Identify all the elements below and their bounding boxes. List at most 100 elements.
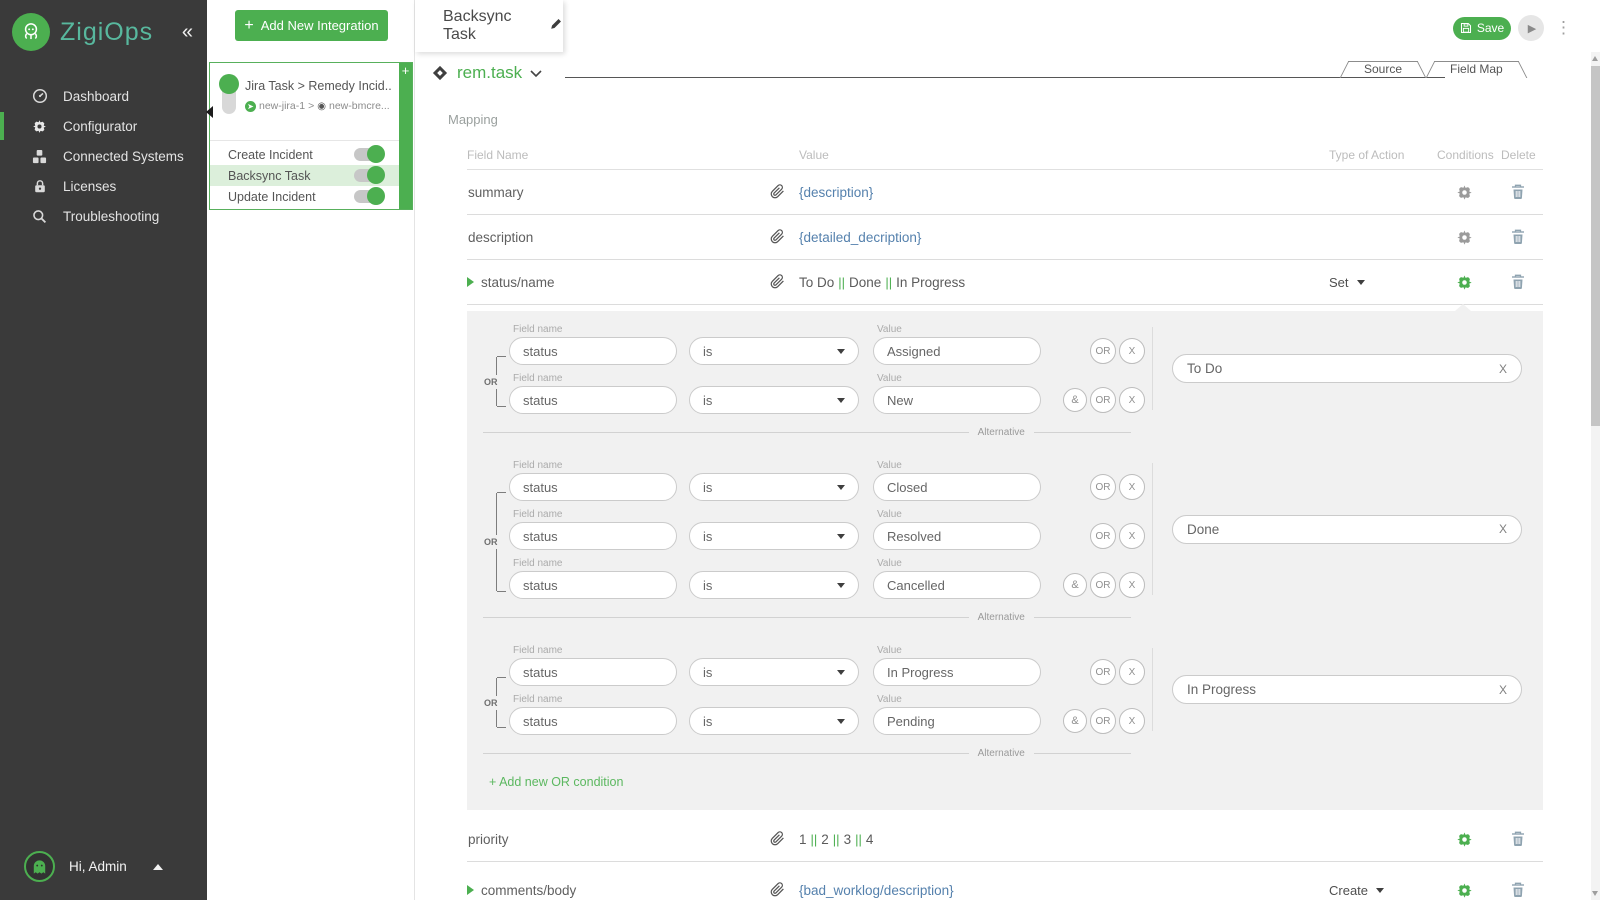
and-button[interactable]: & [1063, 573, 1087, 597]
value-input[interactable]: Resolved [873, 522, 1041, 550]
remove-condition-button[interactable]: X [1119, 338, 1145, 364]
expand-arrow-icon[interactable] [467, 277, 474, 287]
or-button[interactable]: OR [1090, 708, 1116, 734]
operator-select[interactable]: is [689, 522, 859, 550]
or-connector-label: OR [483, 375, 499, 389]
value-input[interactable]: In Progress [873, 658, 1041, 686]
and-button[interactable]: & [1063, 388, 1087, 412]
or-button[interactable]: OR [1090, 338, 1116, 364]
value-variable[interactable]: {bad_worklog/description} [799, 868, 954, 900]
sidebar-item-troubleshooting[interactable]: Troubleshooting [0, 201, 207, 231]
clear-result-button[interactable]: X [1499, 362, 1507, 376]
create-incident-toggle[interactable] [354, 148, 383, 161]
conditions-gear-icon[interactable] [1455, 881, 1474, 900]
sidebar-item-connected-systems[interactable]: Connected Systems [0, 141, 207, 171]
field-name-input[interactable]: status [509, 707, 677, 735]
chevron-down-icon [1357, 280, 1365, 285]
or-button[interactable]: OR [1090, 523, 1116, 549]
field-name-input[interactable]: status [509, 473, 677, 501]
conditions-gear-icon[interactable] [1455, 830, 1474, 849]
remove-condition-button[interactable]: X [1119, 387, 1145, 413]
result-value-input[interactable]: DoneX [1172, 515, 1522, 544]
conditions-gear-icon[interactable] [1455, 183, 1474, 202]
panel-collapse-handle[interactable] [206, 106, 213, 118]
user-caret-icon[interactable] [153, 864, 163, 870]
sidebar-item-dashboard[interactable]: Dashboard [0, 81, 207, 111]
field-name-input[interactable]: status [509, 571, 677, 599]
clear-result-button[interactable]: X [1499, 683, 1507, 697]
add-integration-label: Add New Integration [261, 18, 379, 33]
field-name-input[interactable]: status [509, 386, 677, 414]
add-new-integration-button[interactable]: + Add New Integration [235, 10, 388, 41]
operator-select[interactable]: is [689, 337, 859, 365]
value-input[interactable]: Assigned [873, 337, 1041, 365]
and-button[interactable]: & [1063, 709, 1087, 733]
field-name-input[interactable]: status [509, 658, 677, 686]
entity-selector[interactable]: rem.task [435, 62, 542, 83]
remove-condition-button[interactable]: X [1119, 474, 1145, 500]
or-button[interactable]: OR [1090, 659, 1116, 685]
action-update-incident[interactable]: Update Incident [210, 186, 412, 207]
user-menu[interactable]: Hi, Admin [24, 851, 163, 882]
save-button[interactable]: Save [1453, 17, 1511, 40]
remove-condition-button[interactable]: X [1119, 572, 1145, 598]
clear-result-button[interactable]: X [1499, 522, 1507, 536]
operator-select[interactable]: is [689, 473, 859, 501]
sidebar-item-configurator[interactable]: Configurator [0, 111, 207, 141]
value-input[interactable]: Cancelled [873, 571, 1041, 599]
action-create-incident[interactable]: Create Incident [210, 144, 412, 165]
value-input[interactable]: Closed [873, 473, 1041, 501]
delete-trash-icon[interactable] [1511, 229, 1525, 250]
result-value-input[interactable]: To DoX [1172, 354, 1522, 383]
plus-icon: + [402, 63, 410, 78]
delete-trash-icon[interactable] [1511, 831, 1525, 852]
chevron-down-icon[interactable] [530, 65, 542, 83]
scroll-up-icon[interactable] [1592, 56, 1598, 61]
integration-card-header[interactable]: Jira Task > Remedy Incid... ➤ new-jira-1… [210, 63, 412, 141]
scroll-down-icon[interactable] [1592, 891, 1598, 896]
value-input[interactable]: Pending [873, 707, 1041, 735]
conditions-gear-icon[interactable] [1455, 228, 1474, 247]
delete-trash-icon[interactable] [1511, 274, 1525, 295]
operator-select[interactable]: is [689, 658, 859, 686]
type-of-action-dropdown[interactable]: Set [1329, 260, 1365, 305]
scrollbar-thumb[interactable] [1591, 66, 1600, 426]
or-button[interactable]: OR [1090, 572, 1116, 598]
remove-condition-button[interactable]: X [1119, 523, 1145, 549]
result-value-input[interactable]: In ProgressX [1172, 675, 1522, 704]
operator-select[interactable]: is [689, 386, 859, 414]
integration-toggle-icon[interactable] [222, 78, 236, 114]
backsync-task-toggle[interactable] [354, 169, 383, 182]
run-button[interactable]: ▶ [1518, 15, 1544, 41]
more-options-button[interactable]: ⋮ [1551, 18, 1576, 38]
value-input[interactable]: New [873, 386, 1041, 414]
tab-field-map[interactable]: Field Map [1433, 61, 1520, 78]
source-arrow-icon: ➤ [245, 101, 256, 112]
expand-arrow-icon[interactable] [467, 885, 474, 895]
action-backsync-task[interactable]: Backsync Task [210, 165, 412, 186]
tab-source[interactable]: Source [1347, 61, 1419, 78]
update-incident-toggle[interactable] [354, 190, 383, 203]
sidebar-item-licenses[interactable]: Licenses [0, 171, 207, 201]
remove-condition-button[interactable]: X [1119, 659, 1145, 685]
field-name-input[interactable]: status [509, 522, 677, 550]
integration-add-strip[interactable]: + [399, 63, 412, 209]
conditions-gear-icon[interactable] [1455, 273, 1474, 292]
or-button[interactable]: OR [1090, 387, 1116, 413]
condition-row: Field nameValue status is Pending &ORX [509, 693, 1147, 735]
type-of-action-dropdown[interactable]: Create [1329, 868, 1384, 900]
value-variable[interactable]: {detailed_decription} [799, 215, 921, 260]
edit-pencil-icon[interactable] [550, 17, 563, 35]
delete-trash-icon[interactable] [1511, 882, 1525, 900]
add-new-or-condition-link[interactable]: + Add new OR condition [489, 775, 1543, 789]
operator-select[interactable]: is [689, 707, 859, 735]
sidebar-collapse-icon[interactable]: « [182, 21, 193, 44]
conditions-panel: OR Field nameValue status is Assigned OR… [467, 311, 1543, 810]
scrollbar[interactable] [1591, 52, 1600, 900]
delete-trash-icon[interactable] [1511, 184, 1525, 205]
or-button[interactable]: OR [1090, 474, 1116, 500]
field-name-input[interactable]: status [509, 337, 677, 365]
value-variable[interactable]: {description} [799, 170, 873, 215]
remove-condition-button[interactable]: X [1119, 708, 1145, 734]
operator-select[interactable]: is [689, 571, 859, 599]
